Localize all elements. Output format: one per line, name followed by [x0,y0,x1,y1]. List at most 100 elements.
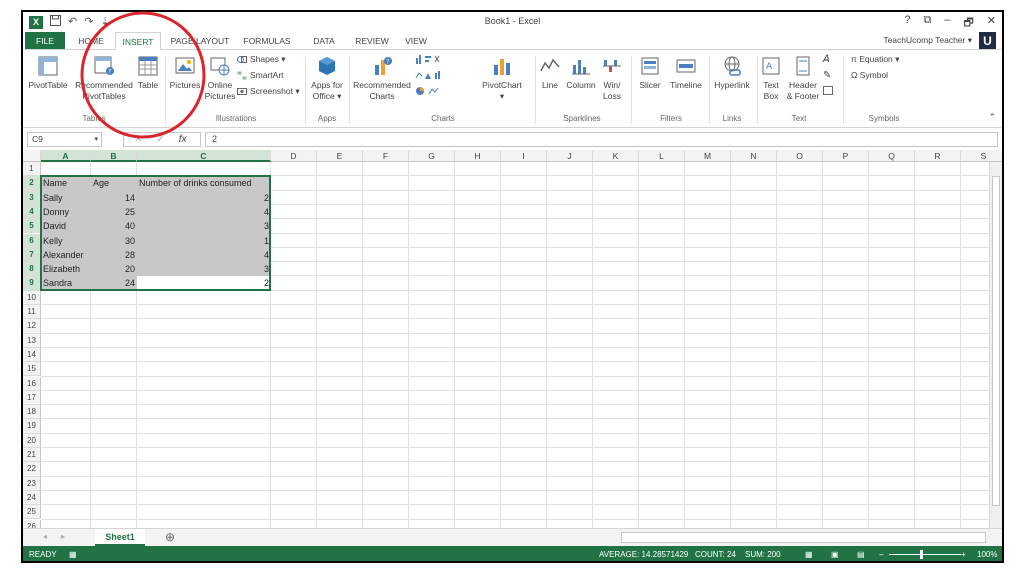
help-button[interactable]: ? [904,14,910,33]
column-header-k[interactable]: K [593,150,639,162]
pivottable-button[interactable]: PivotTable [27,55,69,91]
equation-button[interactable]: π Equation ▾ [851,54,899,65]
column-header-c[interactable]: C [137,150,271,162]
restore-button[interactable]: 🗗 [963,14,973,33]
column-header-b[interactable]: B [91,150,137,162]
row-header-23[interactable]: 23 [23,476,41,491]
header-footer-button[interactable]: Header & Footer [785,55,821,102]
column-header-j[interactable]: J [547,150,593,162]
tab-file[interactable]: FILE [25,32,65,50]
row-header-4[interactable]: 4 [23,204,41,220]
row-header-1[interactable]: 1 [23,162,41,177]
row-header-11[interactable]: 11 [23,305,41,320]
column-header-h[interactable]: H [455,150,501,162]
account-name[interactable]: TeachUcomp Teacher ▾ [883,35,972,46]
row-header-18[interactable]: 18 [23,405,41,420]
shapes-button[interactable]: Shapes ▾ [237,54,285,65]
next-sheet-icon[interactable]: ▸ [61,532,65,541]
row-header-19[interactable]: 19 [23,419,41,434]
prev-sheet-icon[interactable]: ◂ [43,532,47,541]
close-button[interactable]: ✕ [987,14,996,33]
sparkline-winloss-button[interactable]: Win/ Loss [599,55,625,102]
recommended-charts-button[interactable]: ? Recommended Charts [353,55,411,102]
column-header-p[interactable]: P [823,150,869,162]
row-header-14[interactable]: 14 [23,347,41,363]
symbol-button[interactable]: Ω Symbol [851,70,888,80]
zoom-slider[interactable] [889,554,961,555]
column-header-d[interactable]: D [271,150,317,162]
formula-input[interactable]: 2 [205,132,998,147]
row-header-22[interactable]: 22 [23,462,41,477]
row-header-6[interactable]: 6 [23,233,41,248]
row-header-5[interactable]: 5 [23,219,41,234]
zoom-level[interactable]: 100% [977,550,997,559]
tab-view[interactable]: VIEW [401,32,431,50]
zoom-in-icon[interactable]: + [961,550,966,559]
column-header-l[interactable]: L [639,150,685,162]
row-header-10[interactable]: 10 [23,290,41,305]
row-header-16[interactable]: 16 [23,376,41,391]
line-chart-button[interactable] [415,70,443,80]
row-header-26[interactable]: 26 [23,519,41,528]
tab-insert[interactable]: INSERT [115,32,161,50]
pivotchart-button[interactable]: PivotChart ▾ [479,55,525,102]
row-header-21[interactable]: 21 [23,448,41,463]
sparkline-column-button[interactable]: Column [565,55,597,91]
row-header-12[interactable]: 12 [23,319,41,334]
zoom-out-icon[interactable]: – [879,550,883,559]
column-header-i[interactable]: I [501,150,547,162]
macro-record-icon[interactable]: ▦ [69,550,77,559]
text-box-button[interactable]: A Text Box [759,55,783,102]
new-sheet-icon[interactable]: ⊕ [165,530,175,544]
object-icon[interactable] [823,86,833,95]
tab-formulas[interactable]: FORMULAS [239,32,295,50]
row-header-17[interactable]: 17 [23,390,41,406]
worksheet-grid[interactable]: A B C D E F G H I J K L M N O P Q R S 1 2 3 4 5 6 7 8 9 10 11 12 13 14 15… [23,150,1002,528]
column-header-f[interactable]: F [363,150,409,162]
signature-line-icon[interactable]: ✎ [823,70,831,81]
page-break-view-icon[interactable]: ▤ [857,550,865,559]
smartart-button[interactable]: SmartArt [237,70,284,80]
row-header-25[interactable]: 25 [23,505,41,520]
row-header-3[interactable]: 3 [23,190,41,205]
apps-for-office-button[interactable]: Apps for Office ▾ [309,55,345,102]
screenshot-button[interactable]: Screenshot ▾ [237,86,300,97]
vertical-scrollbar[interactable] [989,162,1002,528]
row-header-9[interactable]: 9 [23,276,41,291]
select-all-corner[interactable] [23,150,41,162]
column-header-s[interactable]: S [961,150,1002,162]
column-header-e[interactable]: E [317,150,363,162]
row-header-15[interactable]: 15 [23,362,41,377]
column-header-o[interactable]: O [777,150,823,162]
column-header-m[interactable]: M [685,150,731,162]
horizontal-scrollbar[interactable] [621,532,986,543]
column-header-g[interactable]: G [409,150,455,162]
column-header-a[interactable]: A [41,150,91,162]
sparkline-line-button[interactable]: Line [537,55,563,91]
row-header-13[interactable]: 13 [23,333,41,348]
pie-chart-button[interactable] [415,86,443,96]
slicer-button[interactable]: Slicer [635,55,665,91]
online-pictures-button[interactable]: Online Pictures [204,55,236,102]
page-layout-view-icon[interactable]: ▣ [831,550,839,559]
column-header-r[interactable]: R [915,150,961,162]
minimize-button[interactable]: – [944,14,950,33]
sheet-tab-sheet1[interactable]: Sheet1 [95,529,145,546]
row-header-8[interactable]: 8 [23,262,41,277]
zoom-slider-thumb[interactable] [920,550,923,559]
row-header-2[interactable]: 2 [23,176,41,191]
tab-review[interactable]: REVIEW [351,32,393,50]
row-header-20[interactable]: 20 [23,433,41,448]
wordart-icon[interactable]: 𝘈 [823,54,830,65]
ribbon-display-button[interactable]: ⧉ [923,14,931,33]
hyperlink-button[interactable]: Hyperlink [711,55,753,91]
vertical-scroll-thumb[interactable] [992,176,1000,506]
row-header-7[interactable]: 7 [23,247,41,263]
column-header-q[interactable]: Q [869,150,915,162]
column-chart-button[interactable] [415,54,443,64]
row-header-24[interactable]: 24 [23,490,41,506]
column-header-n[interactable]: N [731,150,777,162]
normal-view-icon[interactable]: ▦ [805,550,813,559]
timeline-button[interactable]: Timeline [667,55,705,91]
tab-data[interactable]: DATA [307,32,341,50]
